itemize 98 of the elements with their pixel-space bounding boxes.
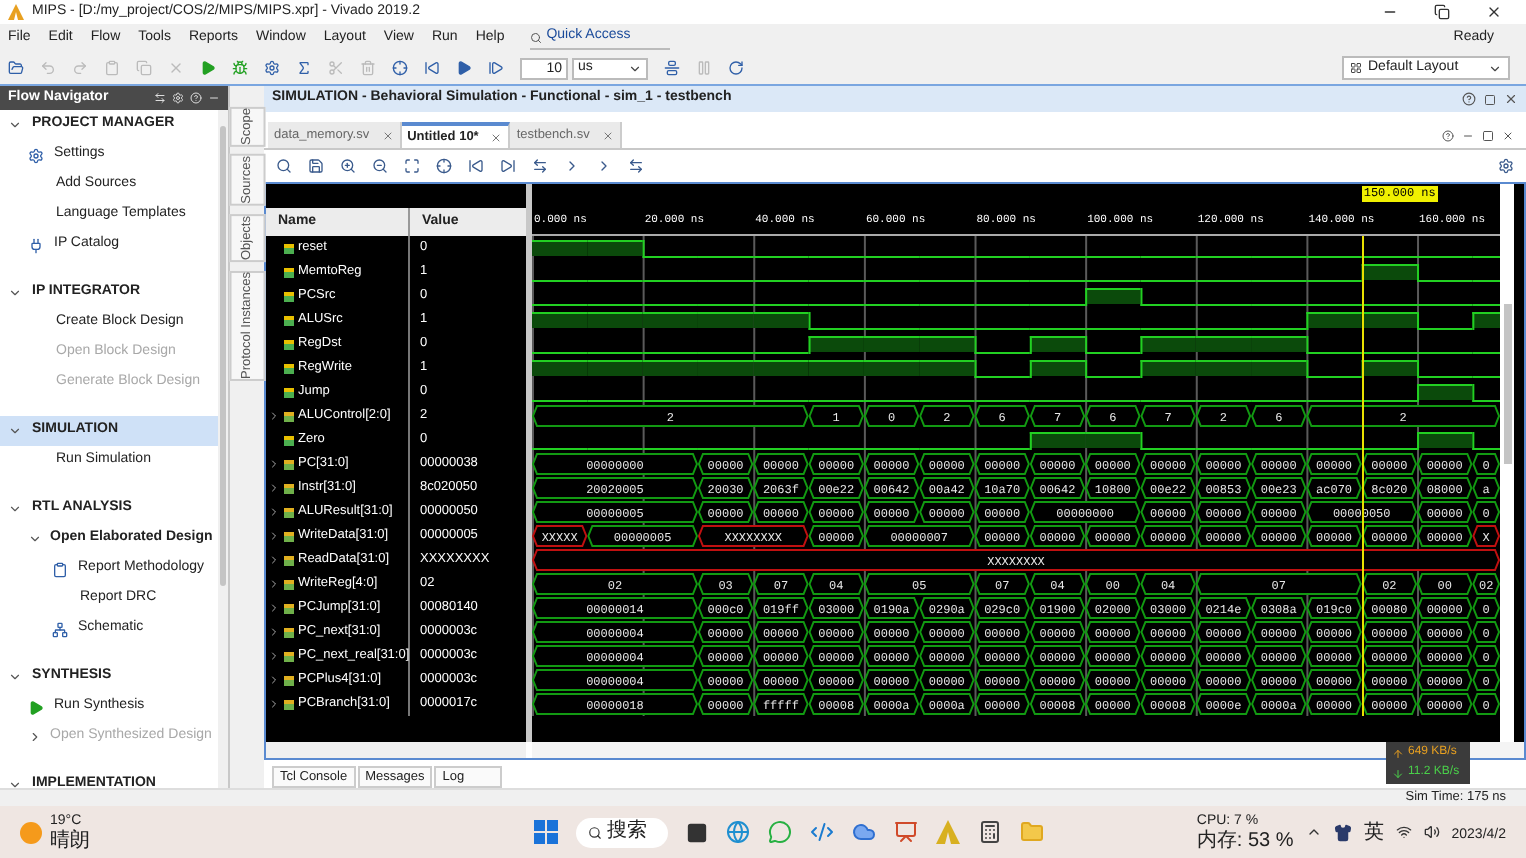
bit-signal-icon: [284, 267, 294, 277]
dropdown-icon: [1488, 61, 1502, 75]
weather-text: 晴朗: [50, 832, 90, 852]
maximize-icon[interactable]: [1482, 130, 1494, 142]
go-to-start-icon[interactable]: [468, 158, 484, 174]
close-tab-icon[interactable]: [490, 131, 503, 143]
crosshair-icon[interactable]: [392, 60, 408, 76]
bus-signal-icon: [284, 579, 294, 589]
bus-signal-icon: [284, 555, 294, 565]
chevron-icon[interactable]: [1305, 824, 1322, 840]
dropdown-icon: [628, 61, 642, 75]
cursor-icon[interactable]: [436, 158, 452, 174]
bit-signal-icon: [284, 243, 294, 253]
chevron-icon[interactable]: [8, 286, 22, 300]
memory-usage: 内存: 53 %: [1196, 832, 1294, 852]
chevron-icon[interactable]: [8, 502, 22, 516]
search-icon[interactable]: [276, 158, 292, 174]
step-icon[interactable]: [488, 60, 504, 76]
scrollbar[interactable]: [266, 742, 526, 758]
app-logo: [8, 4, 24, 20]
upload-icon: [1392, 747, 1404, 759]
wifi-icon[interactable]: [1395, 824, 1412, 840]
relaunch-icon[interactable]: [728, 60, 744, 76]
volume-icon[interactable]: [1423, 824, 1440, 840]
bus-signal-icon: [284, 675, 294, 685]
zoom-in-icon[interactable]: [340, 158, 356, 174]
bus-signal-icon: [284, 483, 294, 493]
expand-icon[interactable]: [268, 410, 280, 422]
scrollbar[interactable]: [1500, 184, 1514, 742]
clipboard-icon: [52, 561, 68, 577]
folder-icon[interactable]: [8, 60, 24, 76]
restart-icon[interactable]: [424, 60, 440, 76]
scrollbar[interactable]: [532, 742, 1524, 758]
align-icon[interactable]: [664, 60, 680, 76]
close-tab-icon[interactable]: [381, 129, 394, 141]
bit-signal-icon: [284, 363, 294, 373]
chevron-icon[interactable]: [28, 532, 42, 546]
zoom-fit-icon[interactable]: [404, 158, 420, 174]
settings-icon[interactable]: [264, 60, 280, 76]
time-cursor[interactable]: [1361, 236, 1364, 716]
schematic-icon: [52, 621, 68, 637]
presentation-icon[interactable]: [893, 820, 918, 844]
chevron-icon[interactable]: [8, 424, 22, 438]
bus-signal-icon: [284, 531, 294, 541]
chevron-icon[interactable]: [8, 778, 22, 788]
zoom-out-icon[interactable]: [372, 158, 388, 174]
settings-icon[interactable]: [1498, 158, 1514, 174]
cloud-icon[interactable]: [851, 820, 876, 844]
swap-icon[interactable]: [532, 158, 548, 174]
play-icon: [28, 699, 44, 715]
bit-signal-icon: [284, 387, 294, 397]
bus-signal-icon: [284, 459, 294, 469]
windows-icon[interactable]: [533, 820, 558, 844]
debug-icon[interactable]: [232, 60, 248, 76]
bit-signal-icon: [284, 291, 294, 301]
bus-signal-icon: [284, 603, 294, 613]
clipboard-icon[interactable]: [104, 60, 120, 76]
bit-signal-icon: [284, 435, 294, 445]
gear-icon: [28, 147, 44, 163]
bit-signal-icon: [284, 339, 294, 349]
task-view-icon[interactable]: [685, 821, 708, 843]
swap-icon[interactable]: [154, 92, 166, 104]
code-editor-icon[interactable]: [809, 820, 834, 844]
calculator-icon[interactable]: [977, 820, 1002, 844]
play-icon[interactable]: [456, 60, 472, 76]
sigma-icon[interactable]: [296, 60, 312, 76]
save-icon[interactable]: [308, 158, 324, 174]
next-marker-icon[interactable]: [564, 158, 580, 174]
input-method[interactable]: 英: [1363, 817, 1384, 847]
go-to-end-icon[interactable]: [500, 158, 516, 174]
restore-icon[interactable]: [1434, 4, 1450, 20]
maximize-icon[interactable]: [1484, 93, 1496, 105]
bus-signal-icon: [284, 507, 294, 517]
help-icon[interactable]: [1442, 130, 1454, 142]
chevron-icon[interactable]: [8, 670, 22, 684]
close-icon[interactable]: [1504, 92, 1518, 106]
bus-signal-icon: [284, 699, 294, 709]
minimize-icon[interactable]: [208, 92, 220, 104]
bit-signal-icon: [284, 315, 294, 325]
close-tab-icon[interactable]: [601, 129, 614, 141]
bus-signal-icon: [284, 651, 294, 661]
chevron-icon[interactable]: [8, 118, 22, 132]
help-icon[interactable]: [1462, 92, 1476, 106]
scrollbar[interactable]: [218, 110, 228, 788]
bus-signal-icon: [284, 411, 294, 421]
browser-icon[interactable]: [725, 820, 750, 844]
taskbar-search[interactable]: 搜索: [575, 817, 668, 847]
close-icon[interactable]: [1502, 130, 1514, 142]
close-icon[interactable]: [1486, 4, 1502, 20]
search-icon: [530, 31, 543, 43]
layout-icon: [1350, 62, 1362, 74]
shirt-icon[interactable]: [1333, 823, 1352, 841]
search-icon: [587, 825, 602, 839]
bus-signal-icon: [284, 627, 294, 637]
snap-icon[interactable]: [628, 158, 644, 174]
run-icon[interactable]: [200, 60, 216, 76]
download-icon: [1392, 767, 1404, 779]
plug-icon: [28, 237, 44, 253]
